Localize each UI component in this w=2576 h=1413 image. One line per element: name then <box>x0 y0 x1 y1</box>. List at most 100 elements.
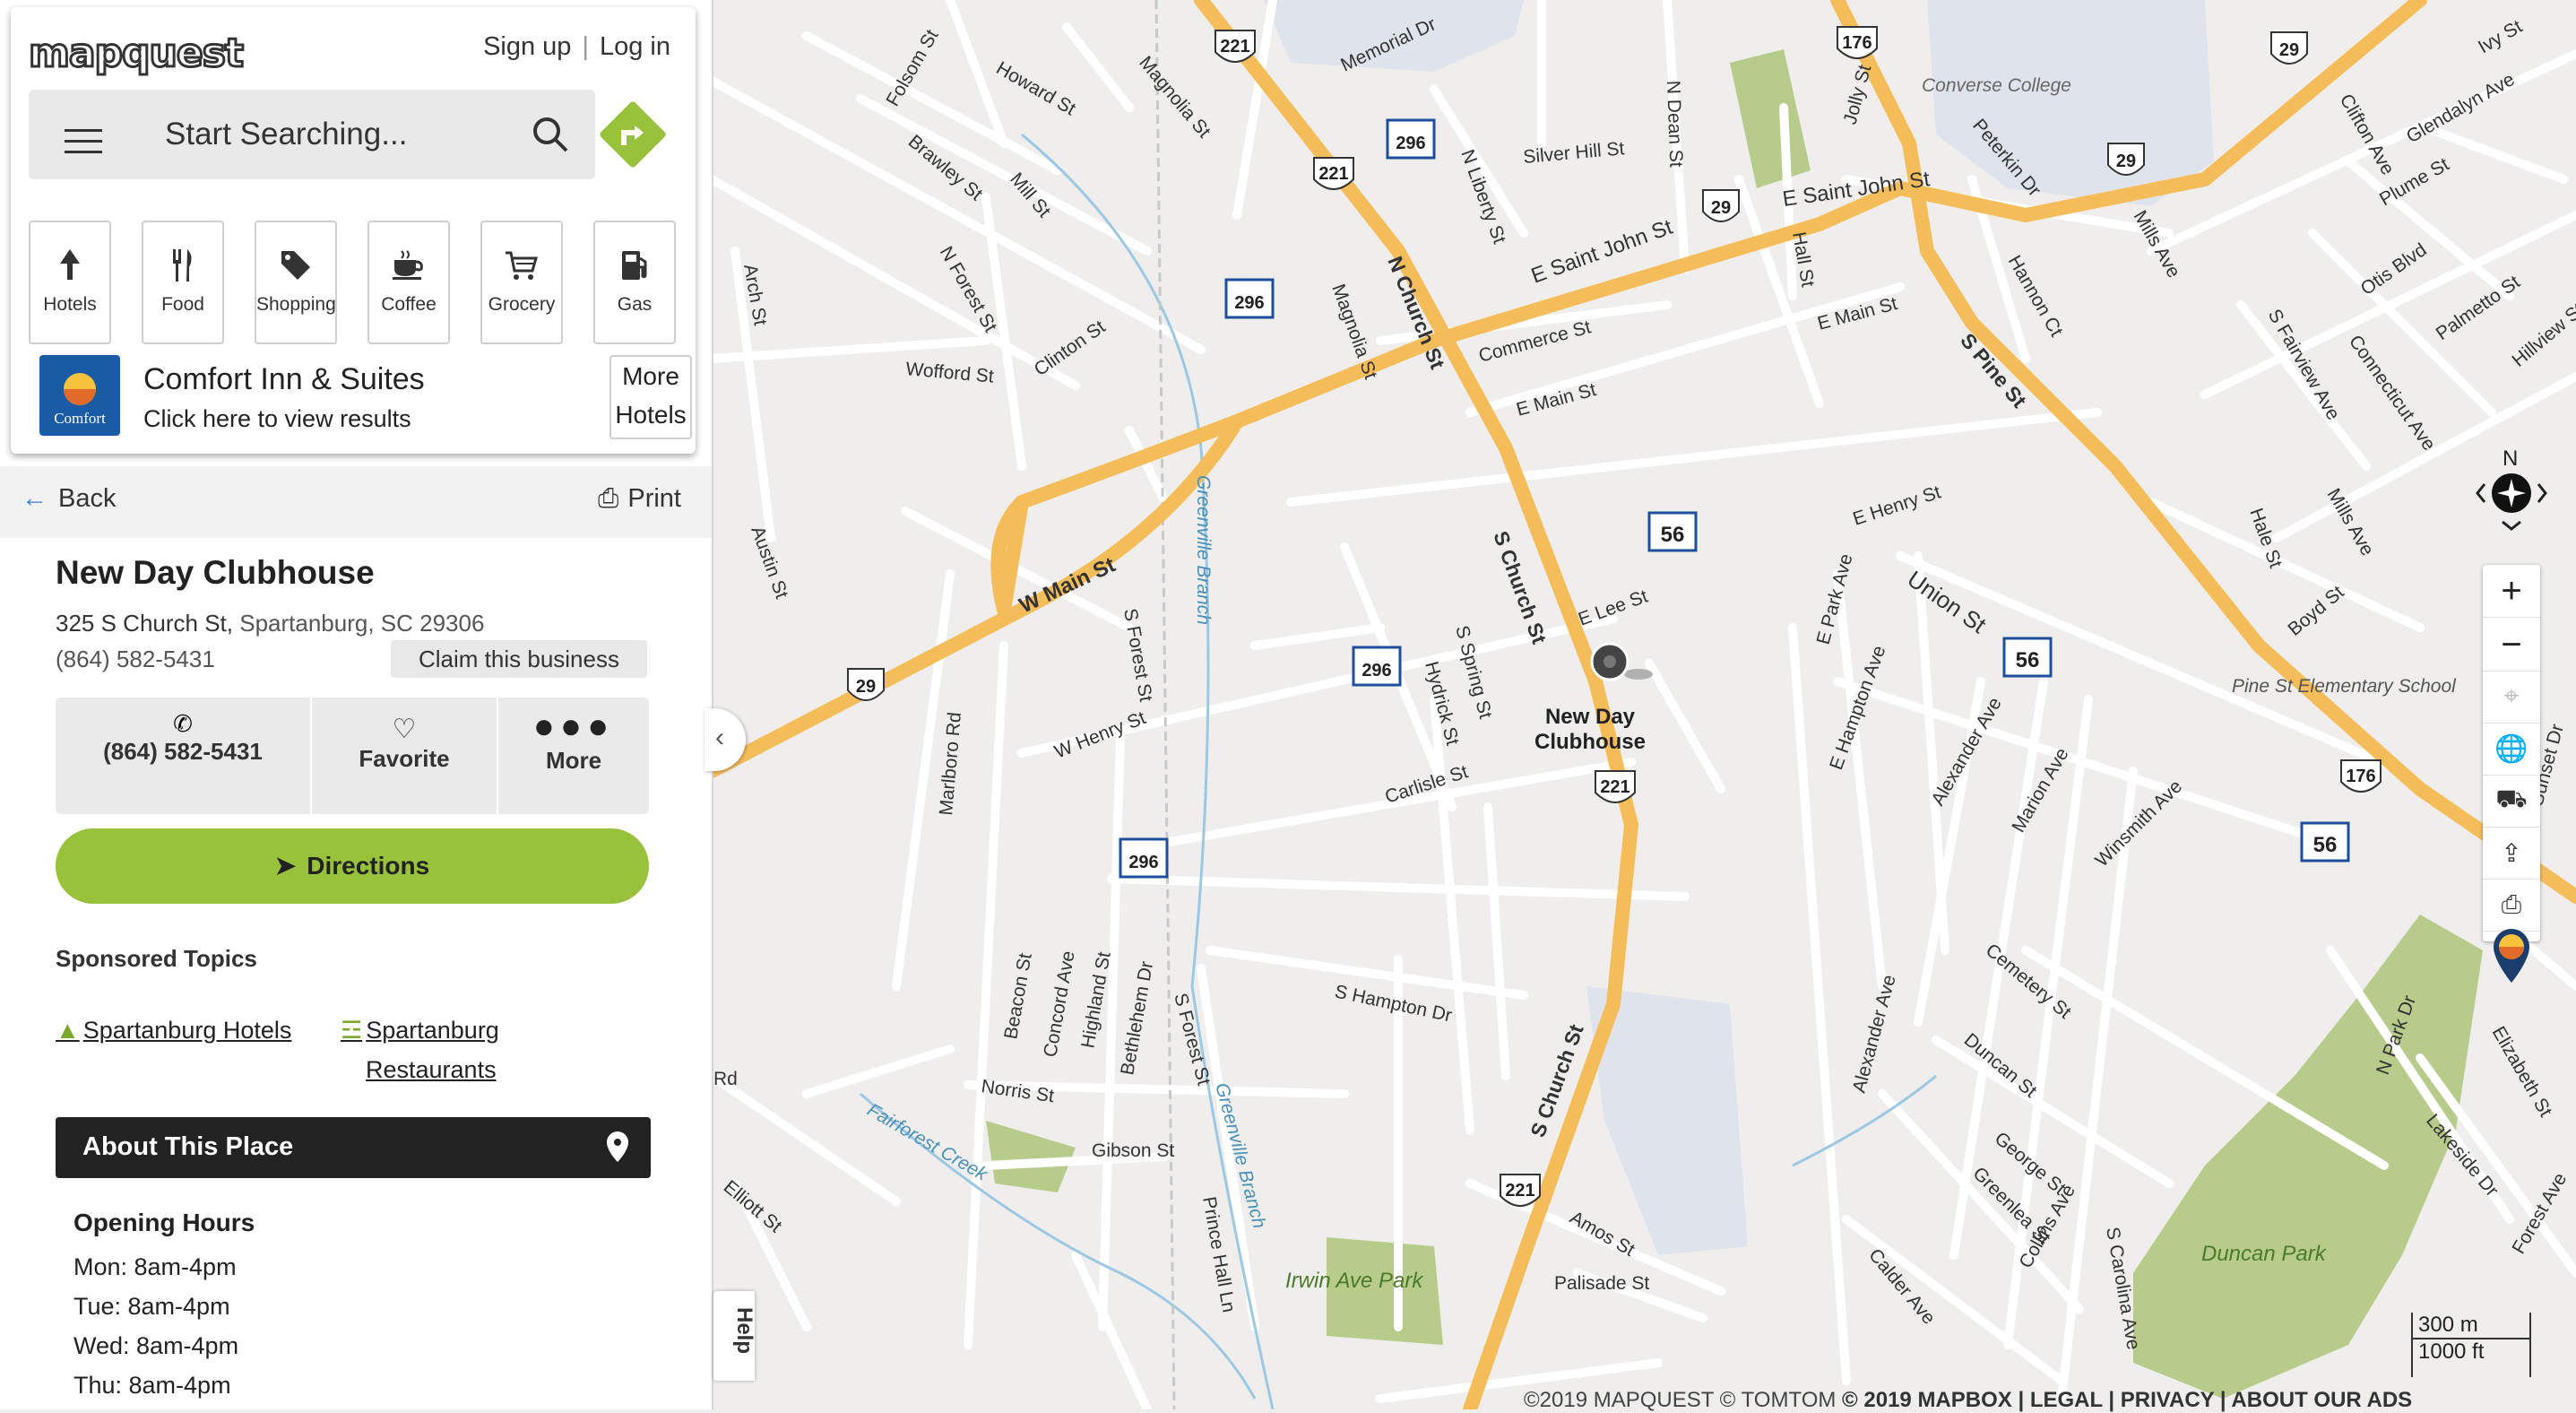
hotel-icon <box>30 238 109 292</box>
sponsored-title: Sponsored Topics <box>56 945 257 972</box>
svg-text:29: 29 <box>856 677 876 697</box>
ad-title[interactable]: Comfort Inn & Suites <box>143 362 425 397</box>
sponsored-link-restaurants-line2[interactable]: Restaurants <box>366 1056 497 1084</box>
mapquest-pin-logo[interactable] <box>2492 927 2531 991</box>
state-route-shield: 296 <box>1386 118 1436 160</box>
sign-up-link[interactable]: Sign up <box>483 32 571 61</box>
help-tab[interactable]: Help <box>713 1291 757 1381</box>
directions-button[interactable]: ➤ Directions <box>56 828 649 904</box>
call-button[interactable]: ✆ (864) 582-5431 <box>56 698 312 814</box>
more-hotels-button[interactable]: More Hotels <box>609 355 692 439</box>
hours-row: Thu: 8am-4pm <box>73 1372 231 1399</box>
heart-icon: ♡ <box>392 715 417 744</box>
street-label: Greenville Branch <box>1193 475 1214 625</box>
chevron-left-icon: ‹ <box>715 723 724 752</box>
more-dots-icon: ●●● <box>532 706 615 746</box>
satellite-button[interactable]: 🌐 <box>2483 723 2540 776</box>
attribution-text: ©2019 MAPQUEST © TOMTOM <box>1524 1388 1837 1412</box>
category-label: Shopping <box>256 294 336 315</box>
scale-metric: 300 m <box>2413 1313 2529 1339</box>
svg-text:29: 29 <box>2116 152 2136 171</box>
svg-text:176: 176 <box>2346 767 2375 786</box>
sponsored-link-hotels[interactable]: ▲ Spartanburg Hotels <box>56 1017 291 1045</box>
search-input[interactable]: Start Searching... <box>165 117 407 152</box>
ad-subtitle[interactable]: Click here to view results <box>143 405 411 433</box>
hours-row: Wed: 8am-4pm <box>73 1332 239 1359</box>
more-hotels-line2: Hotels <box>615 401 687 429</box>
back-button[interactable]: ← Back <box>22 484 116 514</box>
more-button[interactable]: ●●● More <box>498 698 649 814</box>
category-food[interactable]: Food <box>142 221 224 344</box>
compass-control[interactable]: N <box>2468 446 2554 543</box>
svg-text:176: 176 <box>1842 33 1871 53</box>
street-label: Duncan Park <box>2201 1242 2328 1266</box>
svg-text:56: 56 <box>2016 648 2040 672</box>
attribution-links[interactable]: © 2019 MAPBOX | LEGAL | PRIVACY | ABOUT … <box>1842 1388 2412 1412</box>
us-route-shield: 29 <box>1702 189 1740 222</box>
share-button[interactable]: ⇪ <box>2483 827 2540 880</box>
state-route-shield: 56 <box>1647 511 1698 552</box>
coffee-icon <box>369 238 448 292</box>
us-route-shield: 221 <box>1215 30 1256 63</box>
hotel-ad[interactable]: Comfort Comfort Inn & Suites Click here … <box>29 348 692 441</box>
locate-me-button[interactable]: ⌖ <box>2483 671 2540 724</box>
traffic-button[interactable]: ⛟ <box>2483 775 2540 828</box>
action-bar: ✆ (864) 582-5431 ♡ Favorite ●●● More <box>56 698 649 814</box>
about-title: About This Place <box>82 1132 294 1161</box>
gas-icon <box>595 238 674 292</box>
place-phone: (864) 582-5431 <box>56 646 215 672</box>
category-hotels[interactable]: Hotels <box>29 221 111 344</box>
claim-business-button[interactable]: Claim this business <box>391 640 647 678</box>
state-route-shield: 56 <box>2300 821 2350 863</box>
about-section-header[interactable]: About This Place <box>56 1117 651 1178</box>
us-route-shield: 29 <box>2270 31 2308 65</box>
location-pin <box>1590 642 1629 681</box>
svg-text:296: 296 <box>1361 661 1391 680</box>
search-icon[interactable] <box>531 115 570 159</box>
scale-imperial: 1000 ft <box>2418 1339 2485 1364</box>
category-shopping[interactable]: Shopping <box>255 221 337 344</box>
print-map-button[interactable]: ⎙ <box>2483 879 2540 932</box>
pin-label-line1: New Day <box>1544 705 1636 729</box>
svg-text:221: 221 <box>1505 1181 1534 1201</box>
left-panel: mapquest Sign up | Log in Start Searching.… <box>0 0 713 1409</box>
mapquest-logo[interactable]: mapquest <box>28 30 246 78</box>
share-icon: ⇪ <box>2501 838 2522 867</box>
log-in-link[interactable]: Log in <box>600 32 670 61</box>
directions-label: Directions <box>307 852 430 880</box>
sponsored-link-restaurants[interactable]: ☲ Spartanburg <box>341 1017 499 1045</box>
svg-text:296: 296 <box>1396 134 1425 153</box>
hours-row: Tue: 8am-4pm <box>73 1293 230 1320</box>
hotel-icon: ▲ <box>56 1017 80 1044</box>
directions-icon[interactable] <box>599 100 667 169</box>
us-route-shield: 176 <box>2340 759 2382 793</box>
help-label: Help <box>732 1306 757 1355</box>
compass-icon <box>2476 473 2547 531</box>
category-label: Coffee <box>381 294 437 315</box>
navigation-arrow-icon: ➤ <box>274 852 297 880</box>
map-controls: + − ⌖ 🌐 ⛟ ⇪ ⎙ <box>2483 565 2540 941</box>
place-address: 325 S Church St, Spartanburg, SC 29306 <box>56 610 484 637</box>
street-label: Rd <box>713 1069 738 1089</box>
search-bar[interactable]: Start Searching... <box>29 90 595 179</box>
favorite-button[interactable]: ♡ Favorite <box>312 698 498 814</box>
zoom-out-button[interactable]: − <box>2483 619 2540 672</box>
print-label: Print <box>627 484 681 513</box>
menu-icon[interactable] <box>65 129 102 161</box>
plus-icon: + <box>2501 570 2522 611</box>
scale-bar: 300 m 1000 ft <box>2411 1313 2531 1377</box>
street-label: Palisade St <box>1554 1273 1649 1294</box>
svg-text:29: 29 <box>1711 198 1731 218</box>
category-coffee[interactable]: Coffee <box>367 221 450 344</box>
print-button[interactable]: ⎙ Print <box>598 484 681 514</box>
category-row: Hotels Food Shopping Coffee Grocery Gas <box>29 221 694 346</box>
crosshair-icon: ⌖ <box>2503 681 2520 711</box>
category-grocery[interactable]: Grocery <box>480 221 563 344</box>
location-pin-icon <box>604 1130 631 1170</box>
pin-label[interactable]: New Day Clubhouse <box>1534 705 1646 755</box>
us-route-shield: 29 <box>847 668 885 701</box>
category-gas[interactable]: Gas <box>593 221 676 344</box>
state-route-shield: 296 <box>1119 837 1169 879</box>
minus-icon: − <box>2501 624 2522 664</box>
zoom-in-button[interactable]: + <box>2483 565 2540 618</box>
